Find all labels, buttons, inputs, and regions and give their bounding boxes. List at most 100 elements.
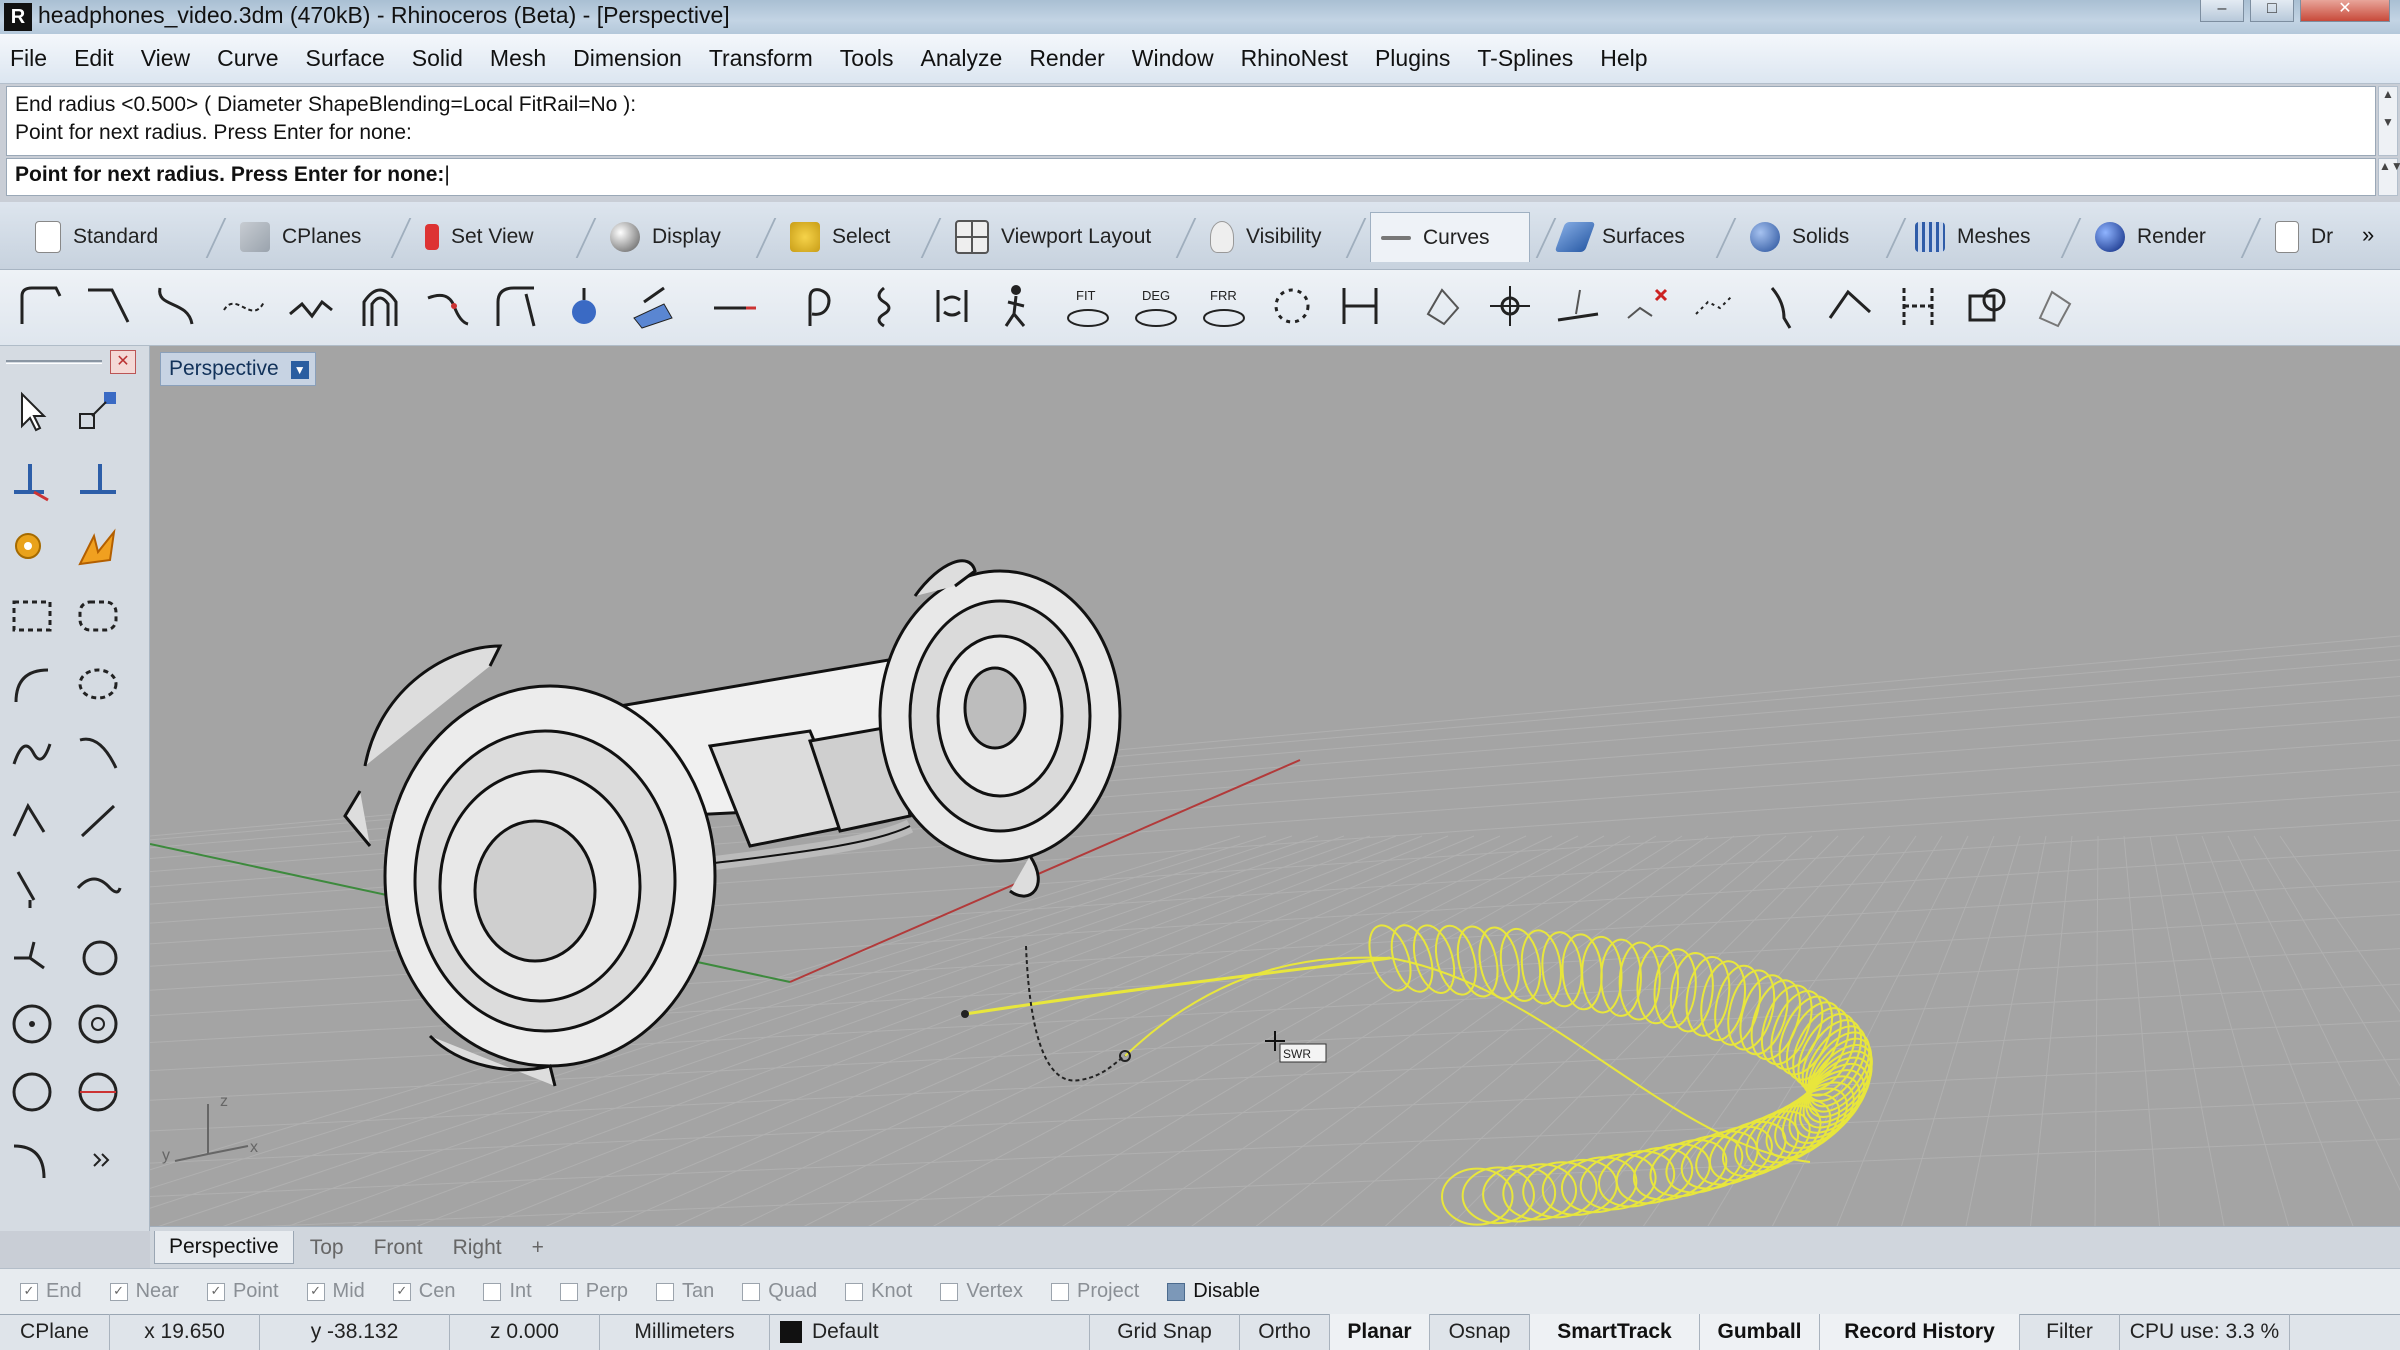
menu-solid[interactable]: Solid — [412, 45, 463, 72]
tab-solids[interactable]: Solids — [1740, 212, 1859, 262]
tab-select[interactable]: Select — [780, 212, 900, 262]
menu-analyze[interactable]: Analyze — [920, 45, 1002, 72]
toolbox-grip[interactable] — [6, 360, 102, 364]
tab-drafting[interactable]: Dr — [2265, 212, 2343, 262]
polyline-curve-icon[interactable] — [80, 278, 136, 334]
checkbox-icon[interactable]: ✓ — [20, 1282, 38, 1301]
menu-tsplines[interactable]: T-Splines — [1477, 45, 1573, 72]
ellipse-icon[interactable] — [70, 656, 126, 712]
osnap-quad-checkbox[interactable]: Quad — [742, 1280, 817, 1303]
command-history-scrollbar[interactable]: ▲ ▼ — [2378, 86, 2398, 156]
curve-freeform-icon[interactable] — [4, 724, 60, 780]
arch-curve-icon[interactable] — [352, 278, 408, 334]
close-icon[interactable]: ✕ — [2300, 0, 2390, 22]
tab-right[interactable]: Right — [439, 1232, 516, 1264]
arc-icon[interactable] — [4, 656, 60, 712]
line-curve-icon[interactable] — [12, 278, 68, 334]
checkbox-icon[interactable]: ✓ — [392, 1282, 411, 1301]
tab-meshes[interactable]: Meshes — [1905, 212, 2041, 262]
grid-snap-toggle[interactable]: Grid Snap — [1090, 1314, 1240, 1350]
tab-render[interactable]: Render — [2085, 212, 2216, 262]
smooth-curve-icon[interactable] — [1890, 278, 1946, 334]
osnap-point-checkbox[interactable]: ✓ Point — [206, 1280, 279, 1303]
units-status[interactable]: Millimeters — [600, 1314, 770, 1350]
chevron-down-icon[interactable]: ▼ — [290, 361, 309, 379]
explode-icon[interactable] — [70, 520, 126, 576]
ortho-toggle[interactable]: Ortho — [1240, 1314, 1330, 1350]
osnap-project-checkbox[interactable]: Project — [1051, 1280, 1139, 1303]
command-prompt-scrollbar[interactable]: ▲▼ — [2378, 158, 2400, 196]
checkbox-icon[interactable] — [1167, 1282, 1186, 1301]
smarttrack-toggle[interactable]: SmartTrack — [1530, 1314, 1700, 1350]
menu-file[interactable]: File — [10, 45, 47, 72]
menu-transform[interactable]: Transform — [709, 45, 813, 72]
gear-icon[interactable] — [4, 520, 60, 576]
checkbox-icon[interactable] — [742, 1282, 761, 1301]
cplane-status[interactable]: CPlane — [0, 1314, 110, 1350]
select-arrow-icon[interactable] — [4, 384, 60, 440]
fit-curve-icon[interactable]: FIT — [1060, 278, 1116, 334]
tab-viewport-layout[interactable]: Viewport Layout — [945, 212, 1161, 262]
helix-curve-icon[interactable] — [856, 278, 912, 334]
join-icon[interactable] — [4, 928, 60, 984]
tab-display[interactable]: Display — [600, 212, 731, 262]
osnap-end-checkbox[interactable]: ✓ End — [20, 1280, 82, 1303]
tab-front[interactable]: Front — [360, 1232, 437, 1264]
rectangle-icon[interactable] — [4, 588, 60, 644]
checkbox-icon[interactable] — [940, 1282, 959, 1301]
checkbox-icon[interactable]: ✓ — [306, 1282, 325, 1301]
cplane-origin-icon[interactable] — [4, 452, 60, 508]
sketch-curve-icon[interactable] — [284, 278, 340, 334]
menu-tools[interactable]: Tools — [840, 45, 894, 72]
point-icon[interactable] — [1482, 278, 1538, 334]
tab-cplanes[interactable]: CPlanes — [230, 212, 371, 262]
checkbox-icon[interactable] — [483, 1282, 502, 1301]
control-points-icon[interactable] — [1686, 278, 1742, 334]
blend-curve-icon[interactable] — [420, 278, 476, 334]
checkbox-icon[interactable] — [559, 1282, 578, 1301]
command-prompt-input[interactable]: Point for next radius. Press Enter for n… — [6, 158, 2376, 196]
planar-toggle[interactable]: Planar — [1330, 1314, 1430, 1350]
osnap-cen-checkbox[interactable]: ✓ Cen — [392, 1280, 455, 1303]
close-curve-icon[interactable] — [1414, 278, 1470, 334]
spiral-curve-icon[interactable] — [924, 278, 980, 334]
circle-fit-icon[interactable] — [70, 1064, 126, 1120]
close-icon[interactable]: ✕ — [110, 350, 136, 374]
checkbox-icon[interactable]: ✓ — [206, 1282, 225, 1301]
osnap-disable-checkbox[interactable]: Disable — [1167, 1280, 1260, 1303]
fillet-curve-icon[interactable] — [488, 278, 544, 334]
tab-standard[interactable]: Standard — [25, 212, 168, 262]
menu-plugins[interactable]: Plugins — [1375, 45, 1450, 72]
maximize-icon[interactable]: □ — [2250, 0, 2294, 22]
divide-curve-icon[interactable] — [1264, 278, 1320, 334]
layer-status[interactable]: Default — [770, 1314, 1090, 1350]
checkbox-icon[interactable] — [1051, 1282, 1070, 1301]
line-icon[interactable] — [70, 792, 126, 848]
osnap-tan-checkbox[interactable]: Tan — [655, 1280, 714, 1303]
tabs-overflow-button[interactable]: » — [2362, 222, 2374, 248]
osnap-vertex-checkbox[interactable]: Vertex — [940, 1280, 1023, 1303]
split-icon[interactable] — [70, 860, 126, 916]
adjust-seam-icon[interactable] — [1822, 278, 1878, 334]
menu-help[interactable]: Help — [1600, 45, 1647, 72]
polyline-icon[interactable] — [4, 792, 60, 848]
checkbox-icon[interactable]: ✓ — [109, 1282, 128, 1301]
interp-curve-icon[interactable] — [148, 278, 204, 334]
curve-from-points-icon[interactable] — [70, 724, 126, 780]
menu-surface[interactable]: Surface — [306, 45, 385, 72]
scale-icon[interactable] — [70, 384, 126, 440]
more-tools-icon[interactable] — [70, 1132, 126, 1188]
rebuild-curve-icon[interactable] — [556, 278, 612, 334]
menu-window[interactable]: Window — [1132, 45, 1214, 72]
circle-center-icon[interactable] — [4, 996, 60, 1052]
tab-visibility[interactable]: Visibility — [1200, 212, 1331, 262]
tab-top[interactable]: Top — [296, 1232, 358, 1264]
osnap-near-checkbox[interactable]: ✓ Near — [109, 1280, 179, 1303]
menu-view[interactable]: View — [141, 45, 190, 72]
osnap-perp-checkbox[interactable]: Perp — [559, 1280, 628, 1303]
circle-tangent-icon[interactable] — [70, 928, 126, 984]
checkbox-icon[interactable] — [655, 1282, 674, 1301]
circle-3point-icon[interactable] — [4, 1064, 60, 1120]
menu-mesh[interactable]: Mesh — [490, 45, 546, 72]
menu-dimension[interactable]: Dimension — [573, 45, 682, 72]
